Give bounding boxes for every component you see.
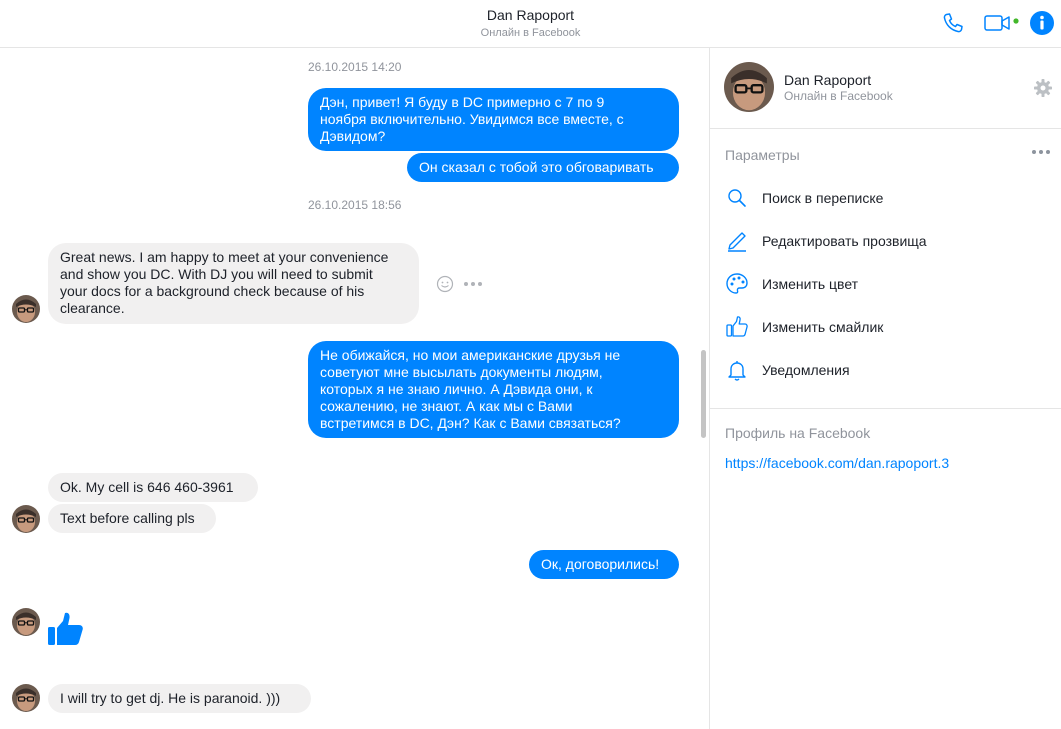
info-icon[interactable] [1029, 10, 1055, 36]
menu-item-nicknames[interactable]: Редактировать прозвища [710, 223, 1061, 259]
more-options-icon[interactable] [1032, 150, 1050, 154]
menu-item-search[interactable]: Поиск в переписке [710, 180, 1061, 216]
profile-section-label: Профиль на Facebook [725, 425, 871, 441]
menu-item-label: Редактировать прозвища [762, 233, 927, 249]
profile-avatar[interactable] [724, 62, 774, 112]
divider [710, 128, 1061, 129]
bell-icon [728, 361, 746, 381]
conversation-status: Онлайн в Facebook [480, 27, 581, 39]
pencil-icon [728, 232, 746, 252]
message-bubble-incoming[interactable]: Ok. My cell is 646 460-3961 [48, 473, 258, 502]
profile-name: Dan Rapoport [784, 72, 872, 88]
menu-item-emoji[interactable]: Изменить смайлик [710, 309, 1061, 345]
menu-item-label: Уведомления [762, 362, 850, 378]
message-bubble-incoming[interactable]: I will try to get dj. He is paranoid. ))… [48, 684, 311, 713]
message-thread[interactable]: 26.10.2015 14:20 Дэн, привет! Я буду в D… [0, 48, 709, 729]
message-bubble-incoming[interactable]: Text before calling pls [48, 504, 216, 533]
message-bubble-outgoing[interactable]: Дэн, привет! Я буду в DC примерно с 7 по… [308, 88, 679, 151]
settings-section-label: Параметры [725, 147, 800, 163]
avatar[interactable] [12, 608, 40, 636]
conversation-details-panel: Dan Rapoport Онлайн в Facebook Параметры… [710, 48, 1061, 729]
gear-icon[interactable] [1033, 78, 1053, 98]
profile-link[interactable]: https://facebook.com/dan.rapoport.3 [725, 455, 949, 471]
palette-icon [726, 273, 748, 294]
search-icon [728, 189, 746, 207]
video-icon[interactable] [983, 10, 1023, 36]
timestamp: 26.10.2015 14:20 [308, 60, 402, 74]
thumbs-up-icon [726, 316, 748, 337]
chat-scrollbar[interactable] [701, 350, 706, 438]
menu-item-color[interactable]: Изменить цвет [710, 266, 1061, 302]
conversation-header: Dan Rapoport Онлайн в Facebook [0, 0, 1061, 48]
more-options-icon[interactable] [464, 282, 482, 286]
menu-item-label: Поиск в переписке [762, 190, 884, 206]
message-bubble-outgoing[interactable]: Он сказал с тобой это обговаривать [407, 153, 679, 182]
profile-status: Онлайн в Facebook [784, 89, 893, 103]
phone-icon[interactable] [940, 10, 966, 36]
avatar[interactable] [12, 505, 40, 533]
menu-item-label: Изменить смайлик [762, 319, 884, 335]
message-bubble-incoming[interactable]: Great news. I am happy to meet at your c… [48, 243, 419, 324]
message-bubble-outgoing[interactable]: Ок, договорились! [529, 550, 679, 579]
avatar[interactable] [12, 684, 40, 712]
menu-item-label: Изменить цвет [762, 276, 859, 292]
divider [710, 408, 1061, 409]
emoji-reaction-icon[interactable] [436, 275, 454, 293]
menu-item-notifications[interactable]: Уведомления [710, 352, 1061, 388]
conversation-title: Dan Rapoport [486, 7, 575, 23]
thumbs-up-icon[interactable] [47, 611, 85, 649]
message-bubble-outgoing[interactable]: Не обижайся, но мои американские друзья … [308, 341, 679, 438]
avatar[interactable] [12, 295, 40, 323]
timestamp: 26.10.2015 18:56 [308, 198, 402, 212]
message-actions [436, 275, 482, 293]
